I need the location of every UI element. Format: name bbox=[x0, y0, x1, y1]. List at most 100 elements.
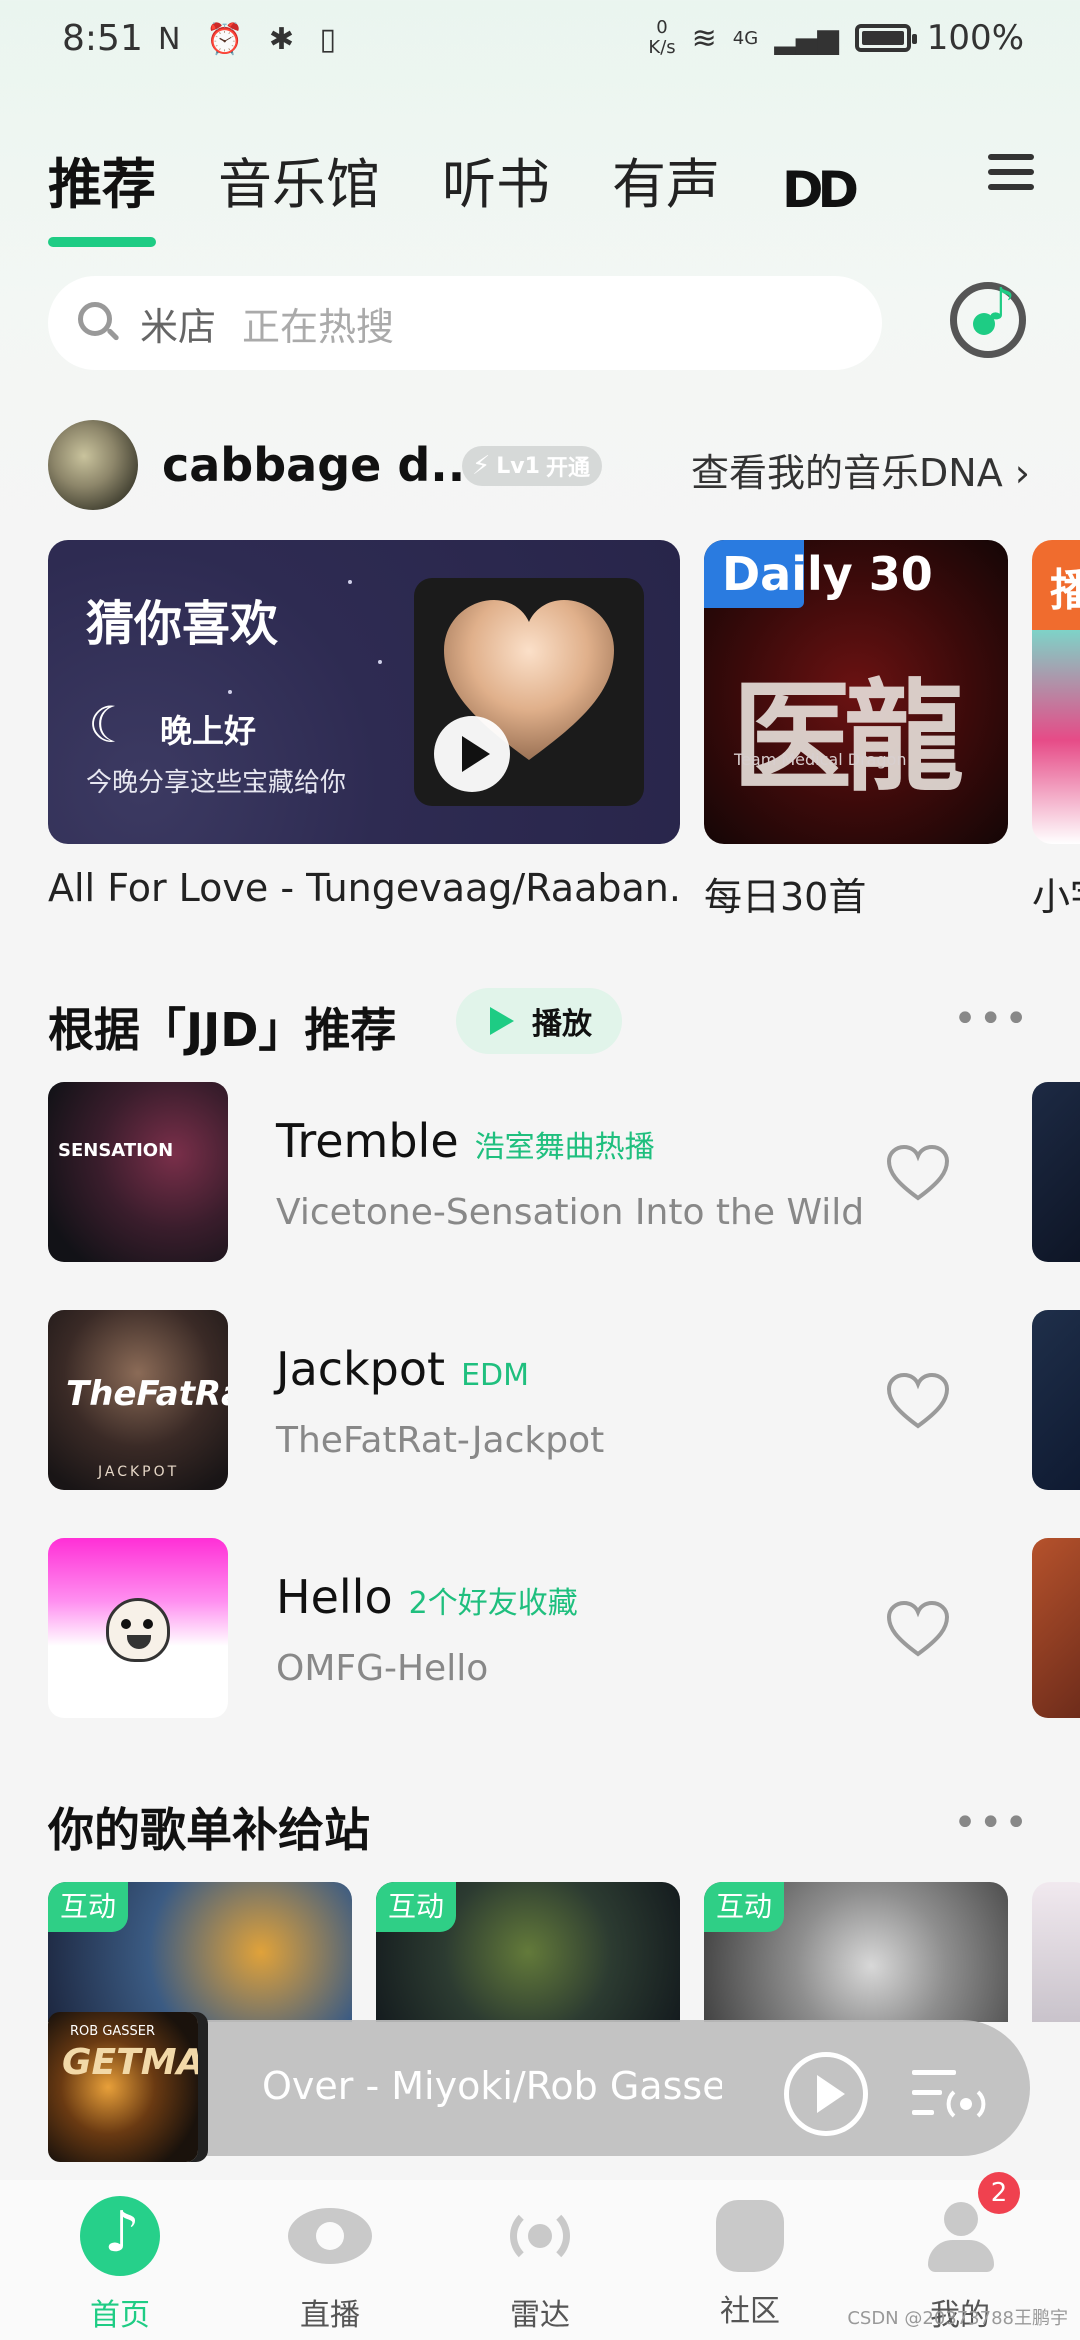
guess-you-like-card[interactable]: 猜你喜欢 ☾ 晚上好 今晚分享这些宝藏给你 bbox=[48, 540, 680, 844]
recommend-section-title: 根据「JJD」推荐 bbox=[48, 1003, 397, 1057]
moon-icon: ☾ bbox=[88, 696, 133, 754]
community-icon bbox=[716, 2200, 784, 2272]
song-title[interactable]: Tremble 浩室舞曲热播 bbox=[276, 1114, 655, 1168]
greeting-sub: 今晚分享这些宝藏给你 bbox=[86, 768, 347, 798]
playlist-card[interactable]: 互动 bbox=[704, 1882, 1008, 2022]
mini-player-cover[interactable]: ROB GASSER GETMAD bbox=[48, 2012, 198, 2162]
net-speed-value: 0 bbox=[656, 17, 668, 38]
nav-label: 社区 bbox=[720, 2294, 780, 2329]
wifi-icon: ≋ bbox=[691, 20, 717, 56]
play-all-button[interactable]: 播放 bbox=[456, 988, 622, 1054]
song-cover[interactable]: SENSATION bbox=[48, 1082, 228, 1262]
tab-audiobook[interactable]: 听书 bbox=[442, 140, 550, 219]
watermark: CSDN @20373788王鹏宇 bbox=[847, 2308, 1068, 2329]
search-hint: 米店 bbox=[140, 304, 217, 349]
status-right: 0 K/s ≋ 4G ▂▄▆ 100% bbox=[648, 18, 1024, 59]
vip-badge[interactable]: ⚡ Lv1 开通 bbox=[462, 446, 602, 486]
play-all-label: 播放 bbox=[532, 1007, 592, 1042]
radar-icon bbox=[500, 2196, 580, 2276]
daily-30-card[interactable]: Daily 30 医龍 Team Medical Dragon bbox=[704, 540, 1008, 844]
nav-home[interactable]: 首页 bbox=[40, 2196, 200, 2334]
daily-card-caption: 每日30首 bbox=[704, 875, 867, 919]
avatar[interactable] bbox=[48, 420, 138, 510]
playlist-icon[interactable] bbox=[910, 2064, 986, 2124]
peek-cover[interactable] bbox=[1032, 1538, 1080, 1718]
heart-icon[interactable] bbox=[886, 1600, 950, 1658]
interactive-tag: 互动 bbox=[48, 1882, 129, 1932]
song-cover[interactable]: TheFatRat JACKPOT bbox=[48, 1310, 228, 1490]
cover-text: TheFatRat bbox=[66, 1374, 228, 1414]
song-tag: 2个好友收藏 bbox=[408, 1586, 578, 1621]
interactive-tag: 互动 bbox=[704, 1882, 785, 1932]
menu-icon[interactable] bbox=[988, 154, 1034, 190]
peek-cover[interactable] bbox=[1032, 1310, 1080, 1490]
search-icon bbox=[78, 302, 120, 344]
interactive-tag: 互动 bbox=[376, 1882, 457, 1932]
main-card-caption: All For Love - Tungevaag/Raaban... bbox=[48, 866, 678, 910]
cover-sub-text: ROB GASSER bbox=[70, 2024, 156, 2039]
signal-label: 4G bbox=[732, 27, 759, 49]
nav-label: 雷达 bbox=[510, 2298, 570, 2333]
status-time: 8:51 bbox=[62, 18, 143, 59]
greeting: 晚上好 bbox=[160, 712, 257, 750]
playlist-section-title: 你的歌单补给站 bbox=[48, 1803, 370, 1857]
search-sub-hint: 正在热搜 bbox=[242, 304, 395, 349]
tab-audio[interactable]: 有声 bbox=[612, 140, 720, 219]
toast-mascot-icon bbox=[106, 1598, 170, 1662]
playlist-card[interactable]: 互动 bbox=[376, 1882, 680, 2022]
song-cover[interactable] bbox=[48, 1538, 228, 1718]
signal-icon: ▂▄▆ bbox=[774, 21, 839, 55]
username[interactable]: cabbage d... bbox=[162, 438, 483, 492]
more-icon[interactable]: ••• bbox=[953, 1800, 1030, 1846]
battery-icon bbox=[854, 24, 917, 52]
play-icon bbox=[490, 1007, 514, 1035]
battery-percent: 100% bbox=[926, 18, 1024, 58]
playlist-card[interactable] bbox=[1032, 1882, 1080, 2022]
net-speed: 0 K/s bbox=[648, 18, 675, 58]
cover-sub-text: JACKPOT bbox=[98, 1464, 180, 1480]
nav-label: 首页 bbox=[90, 2298, 150, 2333]
play-icon[interactable] bbox=[784, 2052, 868, 2136]
nav-community[interactable]: 社区 bbox=[670, 2196, 830, 2330]
heart-icon[interactable] bbox=[886, 1144, 950, 1202]
daily-art-text: 医龍 bbox=[732, 669, 964, 808]
cover-text: GETMAD bbox=[62, 2042, 198, 2083]
card-title: 猜你喜欢 bbox=[86, 596, 279, 652]
song-title-text: Hello bbox=[276, 1570, 393, 1624]
song-title-text: Tremble bbox=[276, 1114, 459, 1168]
nav-radar[interactable]: 雷达 bbox=[460, 2196, 620, 2334]
vip-action: 开通 bbox=[545, 456, 590, 481]
tab-music-hall[interactable]: 音乐馆 bbox=[218, 140, 380, 219]
search-input[interactable]: 米店 正在热搜 bbox=[48, 276, 882, 370]
song-tag: 浩室舞曲热播 bbox=[474, 1130, 655, 1165]
third-card[interactable]: 播 bbox=[1032, 540, 1080, 844]
album-cover bbox=[414, 578, 644, 806]
play-icon[interactable] bbox=[434, 716, 510, 792]
song-tag: EDM bbox=[461, 1358, 530, 1393]
daily-art-sub: Team Medical Dragon bbox=[734, 750, 907, 769]
mini-player-title[interactable]: Over - Miyoki/Rob Gasser bbox=[262, 2064, 722, 2108]
daily-tag: Daily 30 bbox=[722, 547, 933, 601]
home-music-icon bbox=[80, 2196, 160, 2276]
song-artist: OMFG-Hello bbox=[276, 1648, 489, 1689]
song-artist: TheFatRat-Jackpot bbox=[276, 1420, 605, 1461]
music-dna-link[interactable]: 查看我的音乐DNA › bbox=[691, 442, 1030, 497]
tab-recommend[interactable]: 推荐 bbox=[48, 140, 156, 247]
third-card-caption: 小宇 bbox=[1032, 875, 1080, 919]
song-title[interactable]: Hello 2个好友收藏 bbox=[276, 1570, 578, 1624]
lightning-icon: ⚡ bbox=[472, 451, 491, 481]
more-icon[interactable]: ••• bbox=[953, 996, 1030, 1042]
music-recognition-icon[interactable]: ♪ bbox=[950, 279, 1026, 358]
status-icons: N ⏰ ✱ ▯ bbox=[158, 22, 345, 57]
peek-cover[interactable] bbox=[1032, 1082, 1080, 1262]
eye-icon bbox=[288, 2208, 372, 2264]
playlist-card[interactable]: 互动 bbox=[48, 1882, 352, 2022]
cover-text: SENSATION bbox=[58, 1140, 174, 1161]
nav-live[interactable]: 直播 bbox=[250, 2196, 410, 2334]
third-card-tag: 播 bbox=[1050, 565, 1080, 616]
tab-dolby[interactable]: DD bbox=[782, 161, 859, 219]
song-title-text: Jackpot bbox=[276, 1342, 446, 1396]
top-tabs: 推荐 音乐馆 听书 有声 DD bbox=[48, 140, 859, 247]
heart-icon[interactable] bbox=[886, 1372, 950, 1430]
song-title[interactable]: Jackpot EDM bbox=[276, 1342, 529, 1396]
